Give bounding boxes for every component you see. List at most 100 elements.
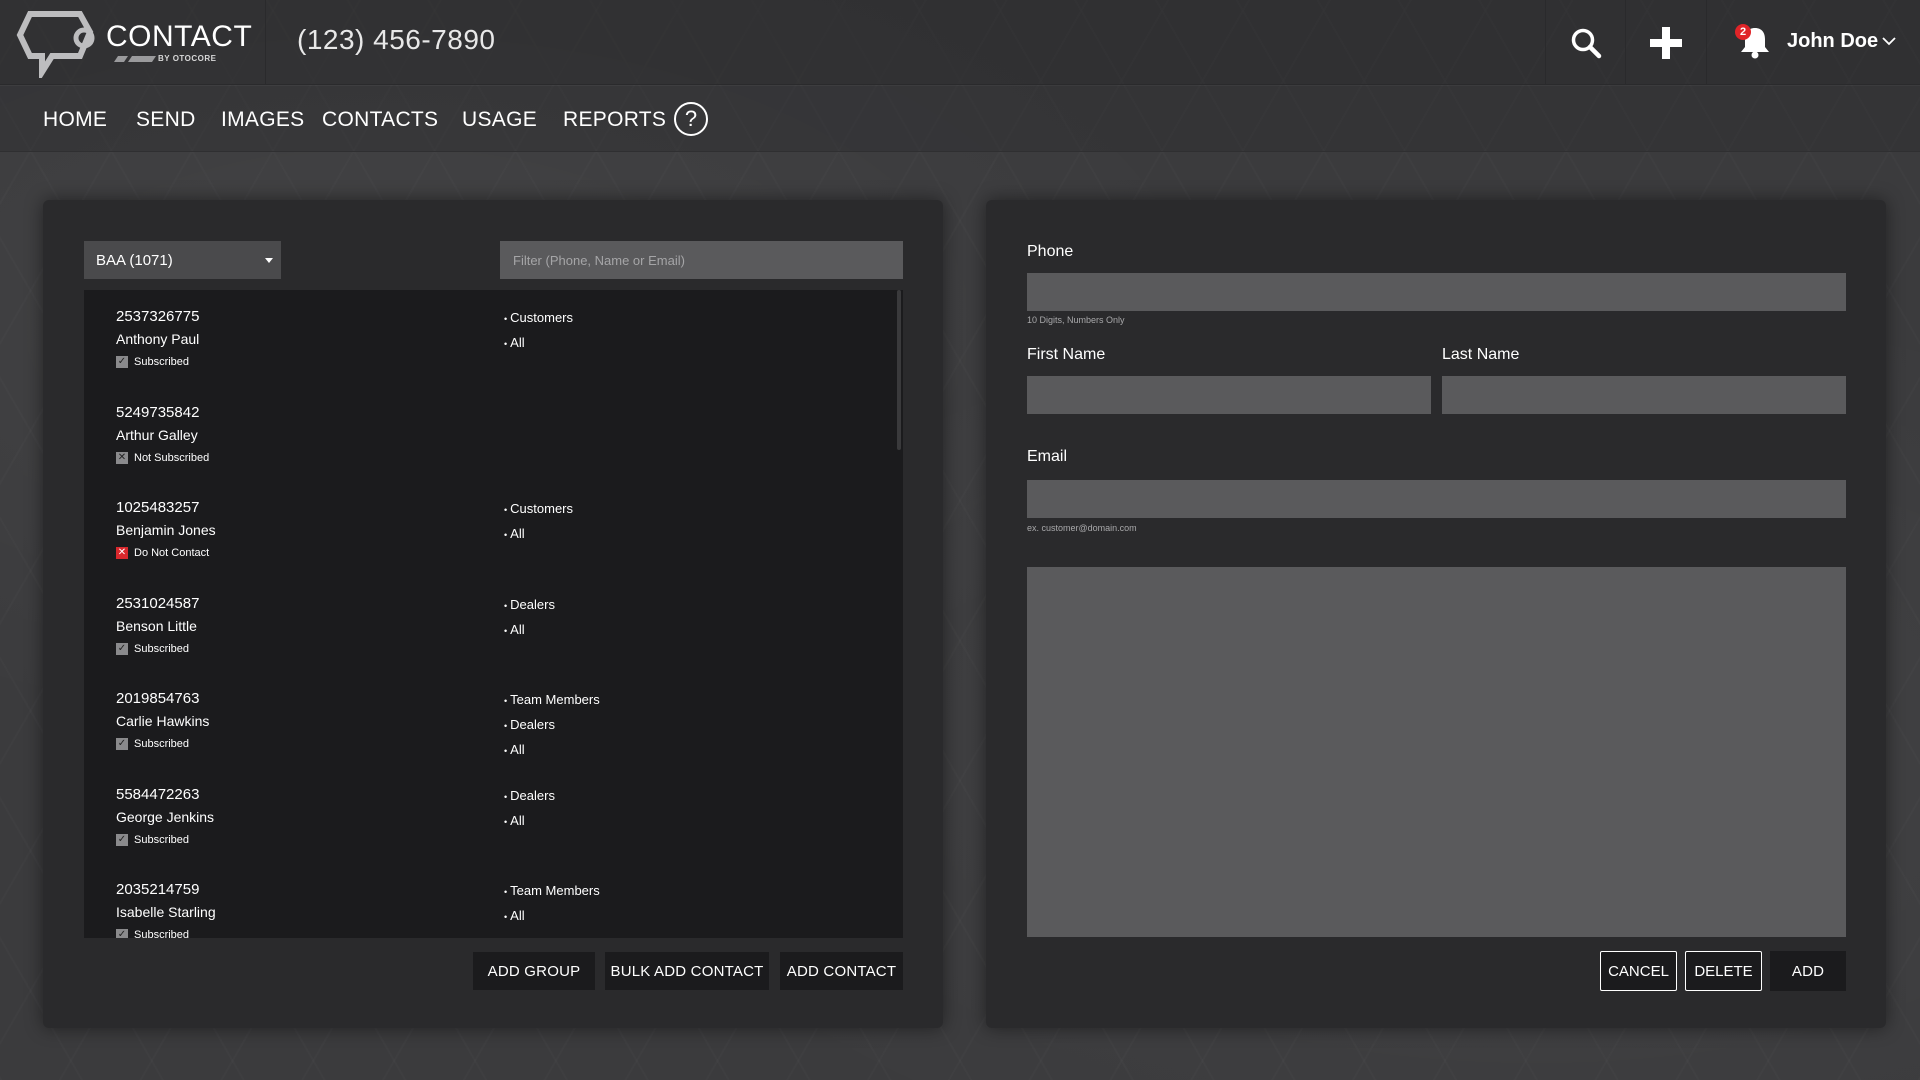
checkbox-checked-icon: ✓ — [116, 929, 128, 938]
phone-label: Phone — [1027, 243, 1074, 260]
list-scrollbar[interactable] — [897, 290, 901, 450]
nav-item-send[interactable]: SEND — [136, 108, 196, 132]
cancel-button[interactable]: CANCEL — [1600, 951, 1677, 991]
email-hint: ex. customer@domain.com — [1027, 523, 1137, 533]
contact-name: Isabelle Starling — [116, 904, 216, 920]
logo-text: CONTACT — [106, 20, 253, 53]
first-name-label: First Name — [1027, 346, 1106, 363]
contact-groups: • Customers • All — [504, 497, 573, 547]
contact-status: ✕ Not Subscribed — [116, 452, 209, 464]
contact-status: ✓ Subscribed — [116, 643, 189, 655]
bullet-icon: • — [504, 792, 508, 802]
contact-status-label: Subscribed — [134, 929, 190, 938]
checkbox-checked-icon: ✓ — [116, 834, 128, 846]
contact-name: Benjamin Jones — [116, 522, 216, 538]
add-button[interactable] — [1626, 0, 1706, 85]
app-logo[interactable]: CONTACT BY OTOCORE — [16, 10, 252, 83]
contact-group-name: Team Members — [510, 692, 600, 707]
contact-phone: 5249735842 — [116, 404, 200, 421]
contact-group-tag: • Dealers — [504, 713, 600, 738]
contact-status-label: Subscribed — [134, 643, 190, 655]
nav-item-images[interactable]: IMAGES — [221, 108, 304, 132]
first-name-field[interactable] — [1027, 376, 1431, 414]
contact-name: Arthur Galley — [116, 427, 198, 443]
search-button[interactable] — [1546, 0, 1626, 85]
contact-name: Benson Little — [116, 618, 197, 634]
checkbox-checked-icon: ✓ — [116, 356, 128, 368]
nav-item-home[interactable]: HOME — [43, 108, 107, 132]
bullet-icon: • — [504, 505, 508, 515]
bullet-icon: • — [504, 626, 508, 636]
bullet-icon: • — [504, 314, 508, 324]
contact-groups: • Customers • All — [504, 306, 573, 356]
contact-row[interactable]: 2537326775 Anthony Paul ✓ Subscribed • Custom… — [84, 290, 894, 386]
contact-status-label: Not Subscribed — [134, 452, 210, 464]
contact-group-name: Customers — [510, 501, 574, 516]
bulk-add-contact-button[interactable]: BULK ADD CONTACT — [605, 952, 769, 990]
bullet-icon: • — [504, 887, 508, 897]
logo-subtitle: BY OTOCORE — [158, 54, 217, 63]
bullet-icon: • — [504, 601, 508, 611]
contact-row[interactable]: 2019854763 Carlie Hawkins ✓ Subscribed • Team… — [84, 672, 894, 768]
contact-status-label: Subscribed — [134, 738, 190, 750]
contact-phone: 1025483257 — [116, 499, 200, 516]
contact-phone: 2537326775 — [116, 308, 200, 325]
contact-status: ✓ Subscribed — [116, 356, 189, 368]
contact-groups: • Dealers • All — [504, 593, 555, 643]
contact-group-tag: • Team Members — [504, 688, 600, 713]
contact-phone: 2531024587 — [116, 595, 200, 612]
header-divider — [265, 0, 266, 85]
contact-status: ✓ Subscribed — [116, 929, 189, 938]
group-select-dropdown[interactable]: BAA (1071) — [84, 241, 281, 279]
contact-group-tag: • All — [504, 618, 555, 643]
contact-row[interactable]: 5584472263 George Jenkins ✓ Subscribed • Deal… — [84, 768, 894, 864]
last-name-field[interactable] — [1442, 376, 1846, 414]
phone-field[interactable] — [1027, 273, 1846, 311]
caret-down-icon — [265, 258, 273, 263]
account-phone-number: (123) 456-7890 — [297, 24, 496, 55]
contact-group-name: All — [510, 742, 525, 757]
nav-item-reports[interactable]: REPORTS — [563, 108, 666, 132]
contact-phone: 2019854763 — [116, 690, 200, 707]
header-divider — [1706, 0, 1707, 85]
contact-status-label: Subscribed — [134, 834, 190, 846]
notifications-button[interactable]: 2 — [1735, 22, 1775, 62]
contact-group-name: All — [510, 335, 525, 350]
chevron-down-icon[interactable] — [1882, 36, 1896, 46]
contact-group-tag: • Customers — [504, 306, 573, 331]
contact-name: Anthony Paul — [116, 331, 200, 347]
contact-row[interactable]: 5249735842 Arthur Galley ✕ Not Subscribed — [84, 386, 894, 482]
last-name-label: Last Name — [1442, 346, 1520, 363]
contact-group-tag: • Dealers — [504, 784, 555, 809]
contact-group-tag: • Customers — [504, 497, 573, 522]
contact-group-tag: • All — [504, 738, 600, 763]
contact-status: ✕ Do Not Contact — [116, 547, 209, 559]
contact-group-tag: • All — [504, 331, 573, 356]
contact-row[interactable]: 2035214759 Isabelle Starling ✓ Subscribed • T… — [84, 863, 894, 938]
contact-group-name: All — [510, 526, 525, 541]
contact-row[interactable]: 1025483257 Benjamin Jones ✕ Do Not Contact •… — [84, 481, 894, 577]
email-label: Email — [1027, 448, 1068, 465]
group-select-value: BAA (1071) — [96, 252, 173, 269]
add-submit-button[interactable]: ADD — [1770, 951, 1846, 991]
contact-row[interactable]: 2531024587 Benson Little ✓ Subscribed • Deale… — [84, 577, 894, 673]
nav-item-contacts[interactable]: CONTACTS — [322, 108, 438, 132]
logo-speech-bubble-icon — [16, 11, 95, 83]
contact-group-name: All — [510, 622, 525, 637]
contact-phone: 5584472263 — [116, 786, 200, 803]
user-menu-name[interactable]: John Doe — [1787, 30, 1878, 53]
contact-group-tag: • Team Members — [504, 879, 600, 904]
contact-group-name: All — [510, 813, 525, 828]
contact-groups: • Team Members • All — [504, 879, 600, 929]
filter-input[interactable] — [500, 241, 903, 279]
contact-groups: • Team Members • Dealers • All — [504, 688, 600, 763]
add-contact-button[interactable]: ADD CONTACT — [780, 952, 903, 990]
delete-button[interactable]: DELETE — [1685, 951, 1762, 991]
add-group-button[interactable]: ADD GROUP — [473, 952, 595, 990]
notes-textarea[interactable] — [1027, 567, 1846, 937]
nav-item-usage[interactable]: USAGE — [462, 108, 537, 132]
email-field[interactable] — [1027, 480, 1846, 518]
help-icon[interactable]: ? — [674, 102, 708, 136]
contact-phone: 2035214759 — [116, 881, 200, 898]
contact-list[interactable]: 2537326775 Anthony Paul ✓ Subscribed • Custom… — [84, 290, 903, 938]
